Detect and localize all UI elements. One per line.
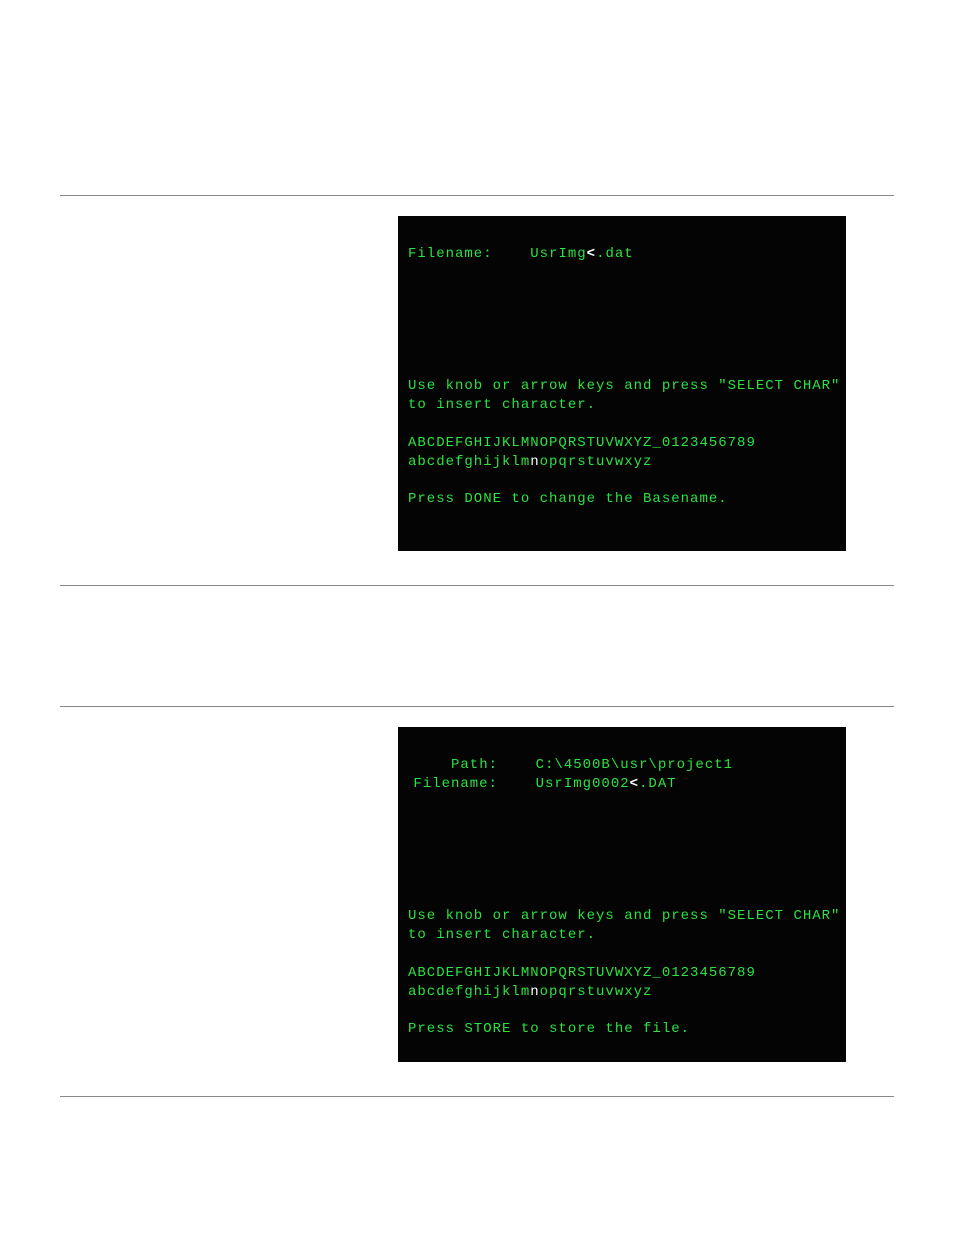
path-value: C:\4500B\usr\project1 (536, 757, 733, 773)
done-line: Press DONE to change the Basename. (408, 491, 728, 507)
chars-lower-highlight: n (530, 454, 539, 470)
instr2-line-2: to insert character. (408, 927, 596, 943)
terminal-screen-2: Path: C:\4500B\usr\project1 Filename: Us… (398, 727, 846, 1062)
path-label: Path: (408, 756, 498, 775)
chars2-lower-pre: abcdefghijklm (408, 984, 530, 1000)
store-line: Press STORE to store the file. (408, 1021, 690, 1037)
terminal-screen-1: Filename: UsrImg<.dat Use knob or arrow … (398, 216, 846, 551)
step4-row: 4After you changed the basename, press D… (60, 727, 894, 1062)
filename-label-2: Filename: (408, 775, 498, 794)
chars-upper: ABCDEFGHIJKLMNOPQRSTUVWXYZ_0123456789 (408, 435, 756, 451)
chars2-upper: ABCDEFGHIJKLMNOPQRSTUVWXYZ_0123456789 (408, 965, 756, 981)
rule-bottom (60, 1096, 894, 1097)
filename2-cursor: < (630, 776, 639, 792)
chars-lower-post: opqrstuvwxyz (540, 454, 653, 470)
filename-value-post: .dat (596, 246, 634, 262)
chars-lower-pre: abcdefghijklm (408, 454, 530, 470)
filename-value-pre: UsrImg (530, 246, 586, 262)
instr2-line-1: Use knob or arrow keys and press "SELECT… (408, 908, 840, 924)
chars2-lower-highlight: n (530, 984, 539, 1000)
step3-row: Filename: UsrImg<.dat Use knob or arrow … (60, 216, 894, 551)
instr-line-2: to insert character. (408, 397, 596, 413)
filename2-value-pre: UsrImg0002 (536, 776, 630, 792)
document-page: Filename: UsrImg<.dat Use knob or arrow … (0, 0, 954, 1235)
instr-line-1: Use knob or arrow keys and press "SELECT… (408, 378, 840, 394)
filename2-value-post: .DAT (639, 776, 677, 792)
filename-label: Filename: (408, 246, 493, 262)
chars2-lower-post: opqrstuvwxyz (540, 984, 653, 1000)
top-whitespace (0, 0, 954, 195)
filename-cursor: < (587, 246, 596, 262)
